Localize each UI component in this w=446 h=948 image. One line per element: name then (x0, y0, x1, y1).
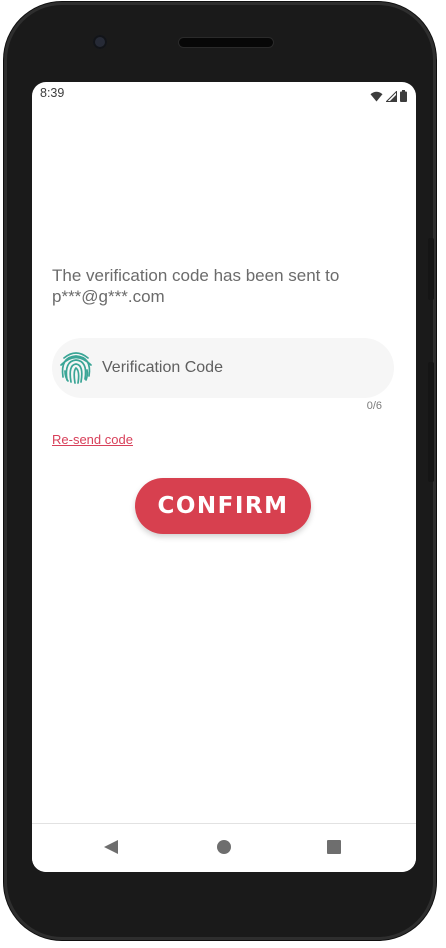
battery-icon (400, 87, 407, 106)
status-icons (370, 87, 407, 106)
verification-code-input[interactable] (102, 338, 382, 398)
earpiece-speaker (179, 38, 273, 47)
status-time: 8:39 (40, 86, 65, 100)
fingerprint-icon (56, 347, 96, 387)
volume-button (428, 362, 434, 482)
home-icon[interactable] (217, 840, 231, 854)
front-camera (93, 35, 107, 49)
cellular-signal-icon (385, 87, 397, 106)
navigation-bar (32, 823, 416, 872)
power-button (428, 238, 434, 300)
verification-code-field[interactable] (52, 338, 394, 398)
verification-message: The verification code has been sent to p… (52, 265, 402, 307)
screen: 8:39 The verification code has been sent… (32, 82, 416, 872)
back-icon[interactable] (104, 840, 118, 854)
code-length-counter: 0/6 (366, 400, 382, 412)
confirm-button[interactable]: CONFIRM (135, 478, 311, 534)
wifi-icon (370, 87, 383, 106)
status-bar: 8:39 (32, 82, 416, 106)
phone-frame: 8:39 The verification code has been sent… (4, 2, 436, 940)
masked-email: p***@g***.com (52, 287, 165, 306)
verification-message-line1: The verification code has been sent to (52, 266, 340, 285)
recents-icon[interactable] (327, 840, 341, 854)
resend-code-link[interactable]: Re-send code (52, 432, 133, 447)
